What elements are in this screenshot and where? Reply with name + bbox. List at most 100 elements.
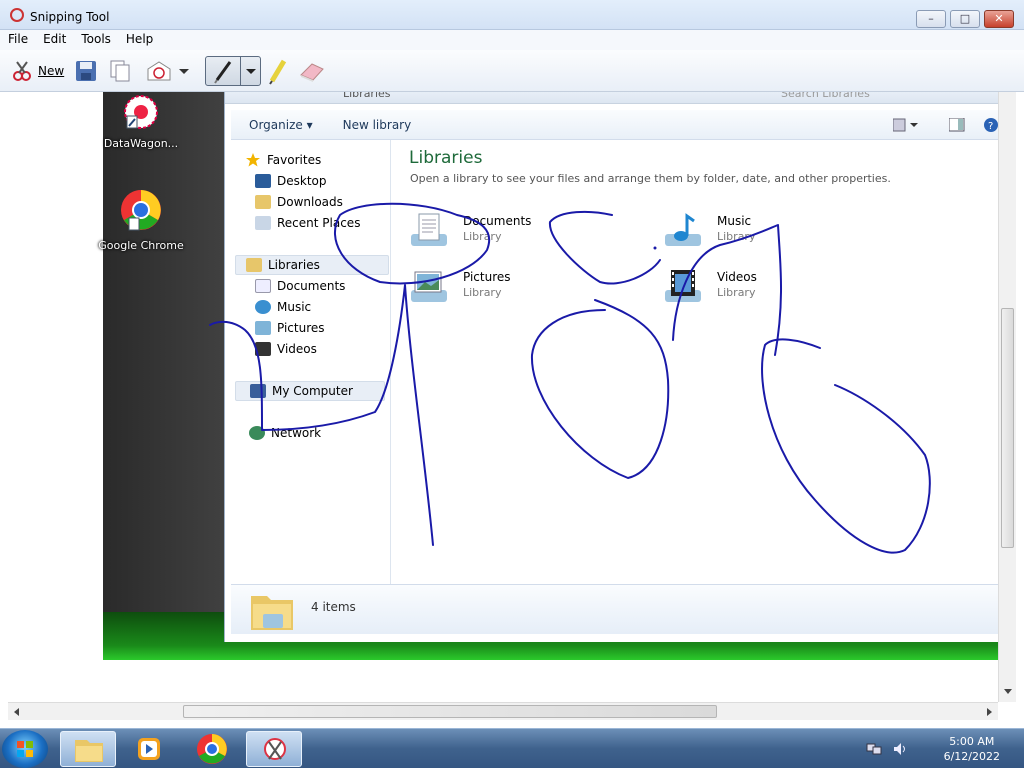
nav-network[interactable]: Network xyxy=(249,423,409,443)
menu-edit[interactable]: Edit xyxy=(35,30,73,50)
scroll-left-icon[interactable] xyxy=(12,707,20,717)
library-type: Library xyxy=(717,230,756,243)
send-snip-button[interactable] xyxy=(146,56,190,86)
new-label: New xyxy=(38,64,65,78)
desktop-icon-datawagon[interactable]: DataWagon... xyxy=(96,94,186,150)
address-bar[interactable]: Libraries Search Libraries xyxy=(225,92,999,104)
library-documents[interactable]: Documents Library xyxy=(409,212,569,252)
organize-button[interactable]: Organize ▾ xyxy=(249,118,313,132)
library-folder-icon xyxy=(251,596,293,630)
scroll-down-icon[interactable] xyxy=(1003,688,1013,696)
maximize-button[interactable]: □ xyxy=(950,10,980,28)
libraries-icon xyxy=(246,258,262,272)
vertical-scrollbar[interactable] xyxy=(998,92,1016,702)
menu-tools[interactable]: Tools xyxy=(73,30,118,50)
new-library-button[interactable]: New library xyxy=(343,118,412,132)
copy-icon xyxy=(110,60,130,82)
window-title: Snipping Tool xyxy=(30,10,110,24)
close-button[interactable]: ✕ xyxy=(984,10,1014,28)
nav-label: Recent Places xyxy=(277,216,361,230)
save-button[interactable] xyxy=(74,56,98,86)
help-icon[interactable]: ? xyxy=(983,117,999,133)
snipping-tool-icon xyxy=(10,8,24,22)
library-type: Library xyxy=(717,286,756,299)
chrome-icon xyxy=(197,734,227,764)
nav-label: Desktop xyxy=(277,174,327,188)
preview-pane-icon[interactable] xyxy=(949,118,965,132)
library-name: Documents xyxy=(463,214,532,228)
network-tray-icon[interactable] xyxy=(866,741,882,757)
snipping-tool-window: Snipping Tool – □ ✕ File Edit Tools Help… xyxy=(0,0,1024,768)
nav-favorites[interactable]: Favorites xyxy=(245,150,405,170)
datawagon-icon xyxy=(124,95,158,129)
pen-button[interactable] xyxy=(205,56,261,86)
details-pane: 4 items xyxy=(231,584,999,634)
scroll-right-icon[interactable] xyxy=(986,707,994,717)
taskbar-explorer[interactable] xyxy=(60,731,116,767)
copy-button[interactable] xyxy=(108,56,132,86)
nav-label: Network xyxy=(271,426,322,440)
nav-label: Videos xyxy=(277,342,317,356)
volume-icon[interactable] xyxy=(892,741,908,757)
network-icon xyxy=(249,426,265,440)
desktop-icon-chrome[interactable]: Google Chrome xyxy=(96,188,186,252)
toolbar: New xyxy=(0,50,1024,92)
scissors-icon xyxy=(13,61,31,81)
scissors-icon xyxy=(264,738,286,760)
pictures-icon xyxy=(255,321,271,335)
library-videos[interactable]: Videos Library xyxy=(663,268,823,308)
windows-logo-icon xyxy=(17,741,33,757)
library-name: Videos xyxy=(717,270,757,284)
music-icon xyxy=(255,300,271,314)
chevron-down-icon[interactable] xyxy=(244,66,258,76)
media-player-icon xyxy=(138,738,160,760)
title-bar: Snipping Tool – □ ✕ xyxy=(0,0,1024,30)
explorer-window: Libraries Search Libraries Organize ▾ Ne… xyxy=(224,92,999,642)
library-pictures[interactable]: Pictures Library xyxy=(409,268,569,308)
library-type: Library xyxy=(463,230,502,243)
start-button[interactable] xyxy=(2,730,48,768)
taskbar-snipping-tool[interactable] xyxy=(246,731,302,767)
nav-my-computer[interactable]: My Computer xyxy=(235,381,385,401)
taskbar-chrome[interactable] xyxy=(184,731,240,767)
chevron-down-icon[interactable] xyxy=(178,66,190,76)
save-icon xyxy=(76,61,96,81)
content-pane: Libraries Open a library to see your fil… xyxy=(391,140,999,584)
svg-text:?: ? xyxy=(988,121,993,132)
clock[interactable]: 5:00 AM 6/12/2022 xyxy=(944,734,1000,764)
folder-icon xyxy=(75,740,103,762)
pen-icon xyxy=(214,61,232,84)
taskbar: 5:00 AM 6/12/2022 xyxy=(0,728,1024,768)
navigation-pane: Favorites Desktop Downloads Recent Place… xyxy=(231,140,391,584)
taskbar-media-player[interactable] xyxy=(122,731,178,767)
horizontal-scrollbar[interactable] xyxy=(8,702,998,720)
minimize-button[interactable]: – xyxy=(916,10,946,28)
music-library-icon xyxy=(665,213,701,246)
nav-label: Favorites xyxy=(267,153,322,167)
eraser-button[interactable] xyxy=(298,56,326,86)
nav-libraries[interactable]: Libraries xyxy=(235,255,389,275)
nav-label: Libraries xyxy=(268,258,320,272)
nav-label: My Computer xyxy=(272,384,353,398)
library-music[interactable]: Music Library xyxy=(663,212,823,252)
highlighter-button[interactable] xyxy=(266,56,290,86)
desktop-icon-label: DataWagon... xyxy=(103,137,179,150)
search-input[interactable]: Search Libraries xyxy=(781,92,870,100)
desktop-folder-icon xyxy=(255,174,271,188)
recent-places-icon xyxy=(255,216,271,230)
vertical-scroll-thumb[interactable] xyxy=(1001,308,1014,548)
star-icon xyxy=(246,153,260,167)
menu-file[interactable]: File xyxy=(0,30,35,50)
computer-icon xyxy=(250,384,266,398)
menu-help[interactable]: Help xyxy=(118,30,160,50)
chrome-icon xyxy=(121,190,161,231)
library-type: Library xyxy=(463,286,502,299)
new-snip-button[interactable]: New xyxy=(10,56,64,86)
command-bar: Organize ▾ New library ? xyxy=(231,110,999,140)
desktop-icon-label: Google Chrome xyxy=(98,239,184,252)
nav-label: Pictures xyxy=(277,321,325,335)
horizontal-scroll-thumb[interactable] xyxy=(183,705,717,718)
library-name: Pictures xyxy=(463,270,511,284)
page-title: Libraries xyxy=(409,148,483,168)
view-options-icon[interactable] xyxy=(893,118,919,132)
